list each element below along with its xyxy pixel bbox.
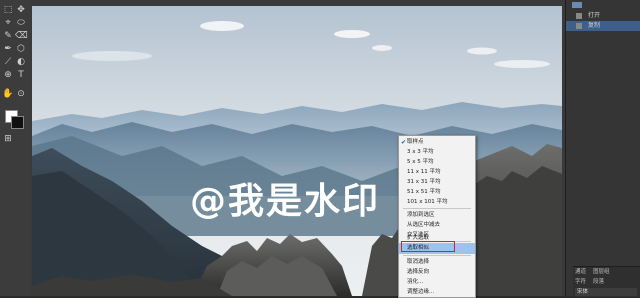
quick-mask-icon[interactable]: ⊞ [2, 133, 14, 145]
history-item-duplicate[interactable]: 复制 [566, 21, 640, 31]
image-canvas[interactable]: @我是水印 [32, 6, 562, 296]
font-family-select[interactable]: 宋体 [575, 288, 637, 296]
zoom-tool-icon[interactable]: ⊕ [2, 69, 14, 81]
paragraph-tab[interactable]: 段落 [593, 278, 604, 287]
history-snapshot-row[interactable] [566, 0, 640, 10]
tools-panel: ⬚ ✥ ⌖ ⬭ ✎ ⌫ ✒ ⬡ ⟋ ◐ ⊕ T ✋ ⊙ ⊞ [0, 0, 31, 296]
menu-item-101x101[interactable]: 101 x 101 平均 [399, 197, 475, 208]
rotate-view-tool-icon[interactable]: ⊙ [15, 88, 27, 100]
pen-tool-icon[interactable]: ✒ [2, 43, 14, 55]
quick-select-tool-icon[interactable]: ⬭ [15, 17, 27, 29]
menu-separator [403, 255, 471, 256]
channels-tab[interactable]: 通道 [575, 268, 586, 277]
background-color-swatch[interactable] [11, 116, 24, 129]
channels-character-panel: 通道 图层组 字符 段落 宋体 [573, 266, 640, 297]
history-panel: 打开 复制 [565, 0, 640, 296]
marquee-tool-icon[interactable]: ⬚ [2, 4, 14, 16]
history-state-icon [576, 13, 582, 19]
landscape-image [32, 6, 562, 296]
gradient-tool-icon[interactable]: ◐ [15, 56, 27, 68]
history-state-icon [576, 23, 582, 29]
history-item-label: 复制 [588, 22, 601, 29]
menu-separator [403, 208, 471, 209]
menu-item-label: 调整边缘... [407, 289, 435, 295]
character-tab[interactable]: 字符 [575, 278, 586, 287]
eraser-tool-icon[interactable]: ⌫ [15, 30, 28, 42]
hand-tool-icon[interactable]: ✋ [2, 88, 14, 100]
watermark-text: @我是水印 [190, 181, 381, 222]
menu-item-refine-edge[interactable]: 调整边缘... [399, 287, 475, 298]
snapshot-thumbnail-icon [572, 2, 582, 8]
brush-tool-icon[interactable]: ✎ [2, 30, 14, 42]
history-item-label: 打开 [588, 12, 601, 19]
context-menu: ✔ 取样点 3 x 3 平均 5 x 5 平均 11 x 11 平均 31 x … [398, 135, 476, 298]
lasso-tool-icon[interactable]: ⌖ [2, 17, 14, 29]
type-tool-icon[interactable]: T [15, 69, 27, 81]
menu-item-label: 101 x 101 平均 [407, 199, 448, 205]
layer-groups-tab[interactable]: 图层组 [593, 268, 610, 277]
history-item-open[interactable]: 打开 [566, 11, 640, 21]
line-tool-icon[interactable]: ⟋ [2, 56, 14, 68]
shape-tool-icon[interactable]: ⬡ [15, 43, 27, 55]
move-tool-icon[interactable]: ✥ [15, 4, 27, 16]
highlight-annotation-box [401, 241, 455, 252]
